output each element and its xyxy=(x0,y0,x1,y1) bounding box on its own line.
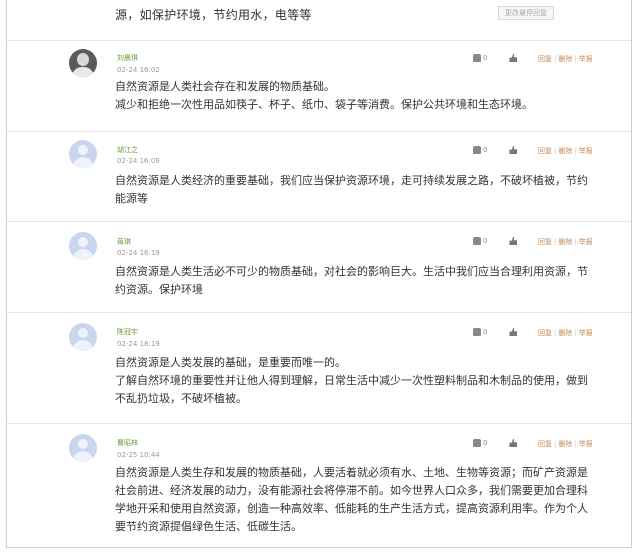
comment-actions: 回复 | 删除 | 举报 xyxy=(538,238,593,246)
comment-line: 减少和拒绝一次性用品如筷子、杯子、纸巾、袋子等消费。保护公共环境和生态环境。 xyxy=(115,98,533,111)
avatar[interactable] xyxy=(69,140,97,168)
comment-body: 自然资源是人类社会存在和发展的物质基础。 减少和拒绝一次性用品如筷子、杯子、纸巾… xyxy=(115,78,615,114)
comment-stats: 0 xyxy=(473,439,518,447)
comment-line: 社会前进、经济发展的动力，没有能源社会将停滞不前。如今世界人口众多，我们需要更加… xyxy=(115,484,588,497)
comment-stats: 0 xyxy=(473,328,518,336)
comment-actions: 回复 | 删除 | 举报 xyxy=(538,147,593,155)
report-link[interactable]: 举报 xyxy=(579,440,593,448)
delete-link[interactable]: 删除 xyxy=(558,147,572,155)
award-icon[interactable] xyxy=(473,328,481,336)
comment-line: 学地开采和使用自然资源，创造一种高效率、低能耗的生产生活方式，提高资源利用率。作… xyxy=(115,502,588,515)
comment-body: 自然资源是人类生存和发展的物质基础，人要活着就必须有水、土地、生物等资源；而矿产… xyxy=(115,464,615,536)
comment-author[interactable]: 胡江之 xyxy=(117,145,138,155)
comment-line: 约资源。保护环境 xyxy=(115,283,203,296)
comment-item: 刘晨琪 02-24 16:02 0 回复 | 删除 | 举报 自然资源是人类社会存在和发… xyxy=(7,41,631,132)
comment-line: 自然资源是人类生活必不可少的物质基础，对社会的影响巨大。生活中我们应当合理利用资… xyxy=(115,265,588,278)
comment-actions: 回复 | 删除 | 举报 xyxy=(538,440,593,448)
avatar[interactable] xyxy=(69,232,97,260)
comment-line: 自然资源是人类生存和发展的物质基础，人要活着就必须有水、土地、生物等资源；而矿产… xyxy=(115,466,588,479)
comment-stats: 0 xyxy=(473,237,518,245)
award-count: 0 xyxy=(483,439,488,447)
delete-link[interactable]: 删除 xyxy=(558,329,572,337)
avatar[interactable] xyxy=(69,434,97,462)
comment-list: 源，如保护环境，节约用水，电等等 更改悬停回复 刘晨琪 02-24 16:02 … xyxy=(6,0,632,548)
comment-line: 能源等 xyxy=(115,192,148,205)
comment-author[interactable]: 曹昭林 xyxy=(117,438,138,448)
delete-link[interactable]: 删除 xyxy=(558,238,572,246)
report-link[interactable]: 举报 xyxy=(579,147,593,155)
reply-link[interactable]: 回复 xyxy=(538,147,552,155)
like-icon[interactable] xyxy=(509,439,518,447)
report-link[interactable]: 举报 xyxy=(579,238,593,246)
comment-body: 自然资源是人类生活必不可少的物质基础，对社会的影响巨大。生活中我们应当合理利用资… xyxy=(115,263,615,299)
comment-body: 自然资源是人类发展的基础，是重要而唯一的。 了解自然环境的重要性并让他人得到理解… xyxy=(115,354,615,408)
like-icon[interactable] xyxy=(509,328,518,336)
like-icon[interactable] xyxy=(509,54,518,62)
award-icon[interactable] xyxy=(473,146,481,154)
comment-author[interactable]: 陈冠宇 xyxy=(117,327,138,337)
award-icon[interactable] xyxy=(473,54,481,62)
comment-time: 02-24 16:09 xyxy=(117,157,160,165)
award-icon[interactable] xyxy=(473,237,481,245)
comment-stats: 0 xyxy=(473,54,518,62)
reply-link[interactable]: 回复 xyxy=(538,55,552,63)
award-count: 0 xyxy=(483,146,488,154)
comment-stats: 0 xyxy=(473,146,518,154)
tooltip: 更改悬停回复 xyxy=(498,6,554,20)
avatar[interactable] xyxy=(69,323,97,351)
reply-link[interactable]: 回复 xyxy=(538,238,552,246)
award-count: 0 xyxy=(483,54,488,62)
reply-link[interactable]: 回复 xyxy=(538,440,552,448)
comment-item: 蒋琪 02-24 16:19 0 回复 | 删除 | 举报 自然资源是人类生活必不可少的… xyxy=(7,222,631,313)
delete-link[interactable]: 删除 xyxy=(558,440,572,448)
comment-item: 曹昭林 02-25 10:44 0 回复 | 删除 | 举报 自然资源是人类生存和发展的… xyxy=(7,424,631,548)
comment-actions: 回复 | 删除 | 举报 xyxy=(538,329,593,337)
comment-time: 02-25 10:44 xyxy=(117,451,160,459)
avatar[interactable] xyxy=(69,49,97,77)
reply-link[interactable]: 回复 xyxy=(538,329,552,337)
comment-time: 02-24 18:19 xyxy=(117,340,160,348)
comment-line: 自然资源是人类社会存在和发展的物质基础。 xyxy=(115,80,335,93)
comment-text: 源，如保护环境，节约用水，电等等 xyxy=(115,8,312,22)
comment-author[interactable]: 蒋琪 xyxy=(117,237,131,247)
comment-actions: 回复 | 删除 | 举报 xyxy=(538,55,593,63)
comment-line: 不乱扔垃圾，不破坏植被。 xyxy=(115,392,247,405)
report-link[interactable]: 举报 xyxy=(579,329,593,337)
like-icon[interactable] xyxy=(509,146,518,154)
comment-line: 自然资源是人类经济的重要基础，我们应当保护资源环境，走可持续发展之路，不破坏植被… xyxy=(115,174,588,187)
comment-body: 自然资源是人类经济的重要基础，我们应当保护资源环境，走可持续发展之路，不破坏植被… xyxy=(115,172,615,208)
award-count: 0 xyxy=(483,328,488,336)
comment-line: 要节约资源提倡绿色生活、低碳生活。 xyxy=(115,520,302,533)
award-count: 0 xyxy=(483,237,488,245)
report-link[interactable]: 举报 xyxy=(579,55,593,63)
delete-link[interactable]: 删除 xyxy=(558,55,572,63)
comment-line: 了解自然环境的重要性并让他人得到理解，日常生活中减少一次性塑料制品和木制品的使用… xyxy=(115,374,588,387)
comment-line: 自然资源是人类发展的基础，是重要而唯一的。 xyxy=(115,356,346,369)
previous-comment-tail: 源，如保护环境，节约用水，电等等 更改悬停回复 xyxy=(7,0,631,41)
award-icon[interactable] xyxy=(473,439,481,447)
comment-time: 02-24 16:02 xyxy=(117,66,160,74)
comment-author[interactable]: 刘晨琪 xyxy=(117,53,138,63)
like-icon[interactable] xyxy=(509,237,518,245)
comment-time: 02-24 16:19 xyxy=(117,249,160,257)
comment-item: 胡江之 02-24 16:09 0 回复 | 删除 | 举报 自然资源是人类经济的重要基… xyxy=(7,132,631,222)
comment-item: 陈冠宇 02-24 18:19 0 回复 | 删除 | 举报 自然资源是人类发展的基础，… xyxy=(7,313,631,424)
